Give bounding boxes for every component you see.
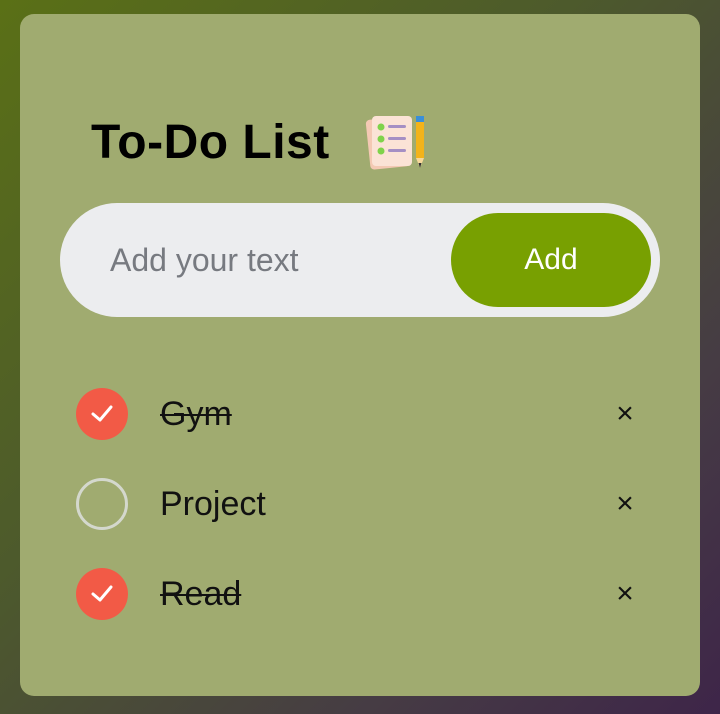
task-input[interactable] xyxy=(110,233,440,287)
delete-icon[interactable]: × xyxy=(610,394,640,434)
delete-icon[interactable]: × xyxy=(610,484,640,524)
checkmark-icon xyxy=(91,405,113,422)
task-label: Read xyxy=(160,575,242,613)
task-item-read[interactable]: Read × xyxy=(76,566,656,656)
header: To-Do List xyxy=(91,112,428,172)
task-checkbox-checked[interactable] xyxy=(76,568,128,620)
todo-card: To-Do List Add your text Add Gym × Proje… xyxy=(20,14,700,696)
checklist-notepad-icon xyxy=(364,112,428,172)
add-task-form: Add xyxy=(60,203,660,317)
add-button[interactable]: Add xyxy=(451,213,651,307)
task-list: Gym × Project × Read × xyxy=(76,386,656,656)
delete-icon[interactable]: × xyxy=(610,574,640,614)
page-title: To-Do List xyxy=(91,115,330,169)
task-label: Gym xyxy=(160,395,232,433)
task-item-project[interactable]: Project × xyxy=(76,476,656,566)
task-checkbox-checked[interactable] xyxy=(76,388,128,440)
checkmark-icon xyxy=(91,585,113,602)
task-item-gym[interactable]: Gym × xyxy=(76,386,656,476)
task-checkbox-unchecked[interactable] xyxy=(76,478,128,530)
task-label: Project xyxy=(160,485,266,523)
